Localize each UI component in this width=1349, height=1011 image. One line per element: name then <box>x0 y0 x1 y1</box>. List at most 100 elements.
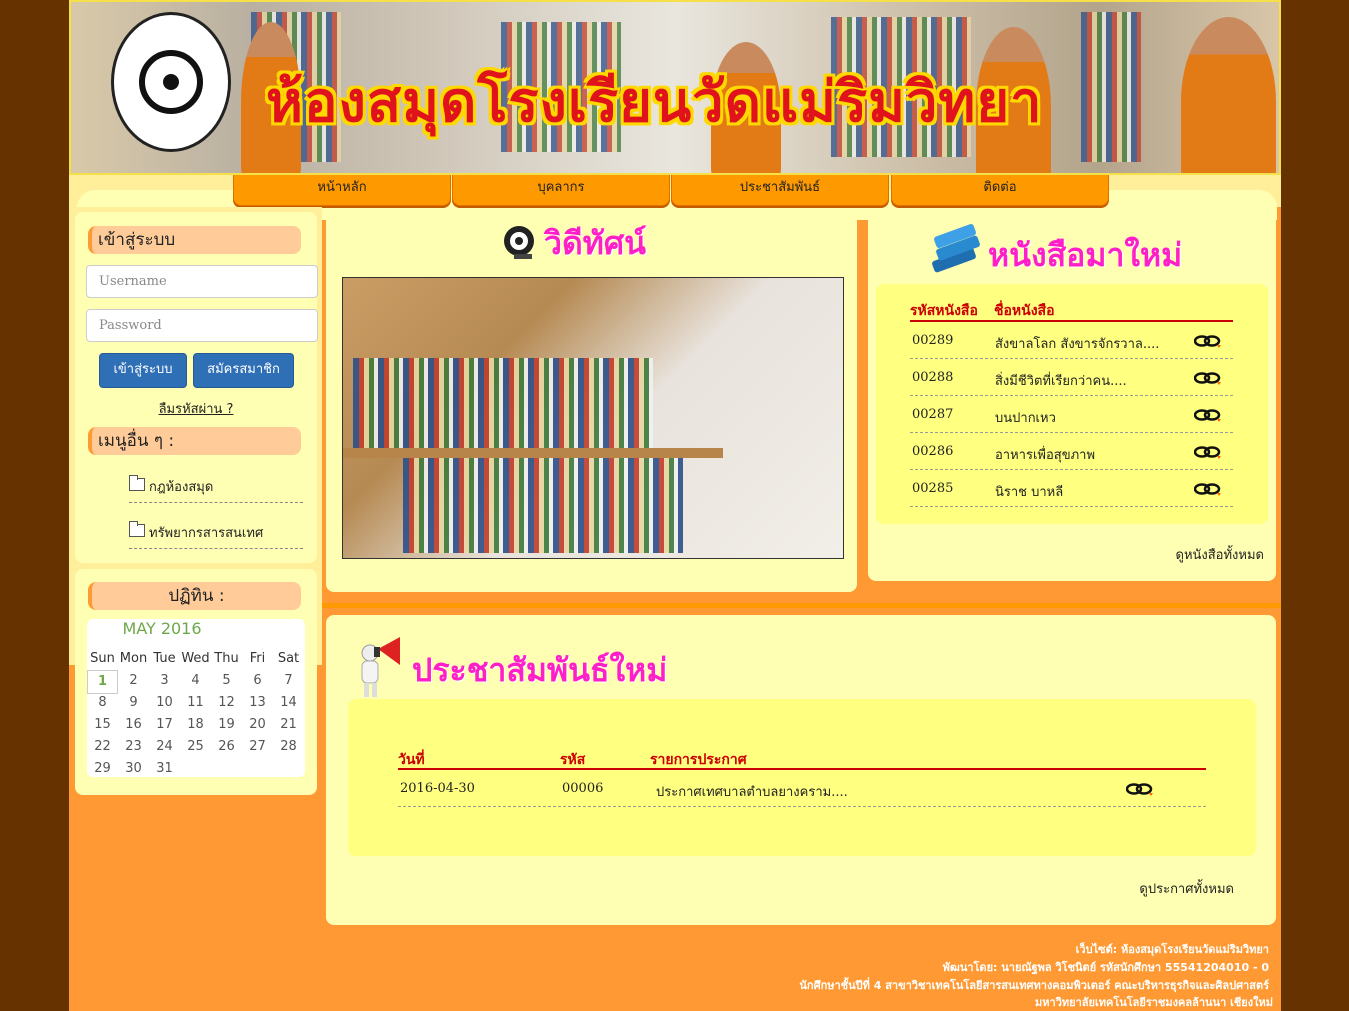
dharma-wheel-icon <box>139 50 203 114</box>
register-button[interactable]: สมัครสมาชิก <box>193 353 294 388</box>
calendar-day[interactable]: 5 <box>211 670 242 692</box>
nav-news[interactable]: ประชาสัมพันธ์ <box>671 175 889 206</box>
login-panel: เข้าสู่ระบบ Username Password เข้าสู่ระบ… <box>75 212 318 563</box>
calendar-day[interactable]: 30 <box>118 758 149 780</box>
calendar-day[interactable]: 9 <box>118 692 149 714</box>
link-icon[interactable] <box>1193 481 1222 497</box>
calendar-day[interactable]: 27 <box>242 736 273 758</box>
column-header: ชื่อหนังสือ <box>994 303 1055 319</box>
video-title: วิดีทัศน์ <box>544 224 647 262</box>
news-panel: ประชาสัมพันธ์ใหม่ วันที่ รหัส รายการประก… <box>326 615 1276 925</box>
link-icon[interactable] <box>1193 370 1222 386</box>
table-row: 00288 สิ่งมีชีวิตที่เรียกว่าคน.... <box>910 359 1233 396</box>
link-icon[interactable] <box>1193 333 1222 349</box>
weekday-label: Thu <box>214 651 239 666</box>
weekday-label: Sat <box>277 651 300 666</box>
news-text: ประกาศเทศบาลตำบลยางคราม.... <box>656 785 848 800</box>
calendar-day[interactable]: 31 <box>149 758 180 780</box>
view-all-books-link[interactable]: ดูหนังสือทั้งหมด <box>1176 544 1265 565</box>
book-code: 00286 <box>912 444 954 459</box>
books-icon <box>928 224 982 276</box>
calendar-week: 1234567 <box>87 670 305 694</box>
link-icon[interactable] <box>1193 444 1222 460</box>
new-books-title: หนังสือมาใหม่ <box>988 236 1183 274</box>
calendar-day[interactable]: 23 <box>118 736 149 758</box>
menu-item-label: ทรัพยากรสารสนเทศ <box>149 526 264 541</box>
menu-item-library-rules[interactable]: กฎห้องสมุด <box>129 474 303 503</box>
password-input[interactable]: Password <box>86 309 318 342</box>
weekday-label: Wed <box>181 651 210 666</box>
calendar-day[interactable]: 4 <box>180 670 211 692</box>
calendar-week: 8 9 10 11 12 13 14 <box>87 692 305 714</box>
footer-line: เว็บไซต์: ห้องสมุดโรงเรียนวัดแม่ริมวิทยา <box>1075 943 1269 956</box>
link-icon[interactable] <box>1193 407 1222 423</box>
calendar-day[interactable]: 28 <box>273 736 304 758</box>
weekday-label: Sun <box>90 651 115 666</box>
book-code: 00289 <box>912 333 954 348</box>
calendar-day[interactable]: 3 <box>149 670 180 692</box>
calendar-day[interactable]: 15 <box>87 714 118 736</box>
book-name: สังขาลโลก สังขารจักรวาล.... <box>995 337 1160 352</box>
username-input[interactable]: Username <box>86 265 318 298</box>
calendar-day[interactable]: 7 <box>273 670 304 692</box>
calendar-day[interactable]: 2 <box>118 670 149 692</box>
calendar-day[interactable]: 10 <box>149 692 180 714</box>
calendar-day[interactable]: 11 <box>180 692 211 714</box>
nav-contact[interactable]: ติดต่อ <box>891 175 1109 206</box>
video-shelf-board <box>343 448 723 458</box>
book-name: นิราช บาหลี <box>995 485 1064 500</box>
news-date: 2016-04-30 <box>400 781 475 796</box>
calendar: MAY 2016 Sun Mon Tue Wed Thu Fri Sat 123… <box>87 619 305 777</box>
calendar-month-title: MAY 2016 <box>122 619 202 638</box>
link-icon[interactable] <box>1125 781 1154 797</box>
book-name: สิ่งมีชีวิตที่เรียกว่าคน.... <box>995 374 1127 389</box>
news-title: ประชาสัมพันธ์ใหม่ <box>412 651 668 689</box>
calendar-day[interactable]: 20 <box>242 714 273 736</box>
book-code: 00288 <box>912 370 954 385</box>
calendar-day[interactable]: 22 <box>87 736 118 758</box>
view-all-news-link[interactable]: ดูประกาศทั้งหมด <box>1139 878 1234 899</box>
video-player[interactable] <box>342 277 844 559</box>
calendar-day[interactable]: 17 <box>149 714 180 736</box>
footer-line: มหาวิทยาลัยเทคโนโลยีราชมงคลล้านนา เชียงใ… <box>1035 996 1273 1009</box>
menu-item-resources[interactable]: ทรัพยากรสารสนเทศ <box>129 520 303 549</box>
forgot-password-link[interactable]: ลืมรหัสผ่าน ? <box>75 398 317 419</box>
footer: เว็บไซต์: ห้องสมุดโรงเรียนวัดแม่ริมวิทยา… <box>322 930 1281 1011</box>
nav-home[interactable]: หน้าหลัก <box>233 175 451 206</box>
calendar-day[interactable]: 16 <box>118 714 149 736</box>
calendar-day[interactable]: 8 <box>87 692 118 714</box>
school-logo <box>111 12 231 152</box>
calendar-day[interactable]: 25 <box>180 736 211 758</box>
calendar-day[interactable]: 24 <box>149 736 180 758</box>
video-panel: วิดีทัศน์ <box>326 212 857 592</box>
folder-icon <box>129 521 145 537</box>
film-reel-icon <box>502 222 536 260</box>
calendar-day[interactable]: 1 <box>87 670 118 694</box>
calendar-day[interactable]: 13 <box>242 692 273 714</box>
megaphone-icon <box>356 635 404 699</box>
footer-line: นักศึกษาชั้นปีที่ 4 สาขาวิชาเทคโนโลยีสาร… <box>799 979 1269 992</box>
bookshelf-image <box>1081 12 1141 162</box>
table-row: 00286 อาหารเพื่อสุขภาพ <box>910 433 1233 470</box>
book-name: บนปากเหว <box>995 411 1056 426</box>
table-row: 2016-04-30 00006 ประกาศเทศบาลตำบลยางคราม… <box>398 771 1206 807</box>
calendar-day[interactable]: 12 <box>211 692 242 714</box>
nav-staff[interactable]: บุคลากร <box>452 175 670 206</box>
weekday-label: Tue <box>153 651 176 666</box>
calendar-week: 15 16 17 18 19 20 21 <box>87 714 305 736</box>
other-menu-heading: เมนูอื่น ๆ : <box>88 427 301 455</box>
calendar-day[interactable]: 6 <box>242 670 273 692</box>
calendar-day[interactable]: 14 <box>273 692 304 714</box>
login-button[interactable]: เข้าสู่ระบบ <box>99 353 187 388</box>
calendar-day[interactable]: 29 <box>87 758 118 780</box>
calendar-day[interactable]: 21 <box>273 714 304 736</box>
calendar-day[interactable]: 19 <box>211 714 242 736</box>
login-heading: เข้าสู่ระบบ <box>88 226 301 254</box>
calendar-day[interactable]: 18 <box>180 714 211 736</box>
book-code: 00287 <box>912 407 954 422</box>
section-divider <box>322 603 1281 608</box>
calendar-day[interactable]: 26 <box>211 736 242 758</box>
page-wrapper: ห้องสมุดโรงเรียนวัดแม่ริมวิทยา หน้าหลัก … <box>69 0 1281 1011</box>
table-row: 00289 สังขาลโลก สังขารจักรวาล.... <box>910 322 1233 359</box>
monk-figure <box>1181 17 1276 173</box>
